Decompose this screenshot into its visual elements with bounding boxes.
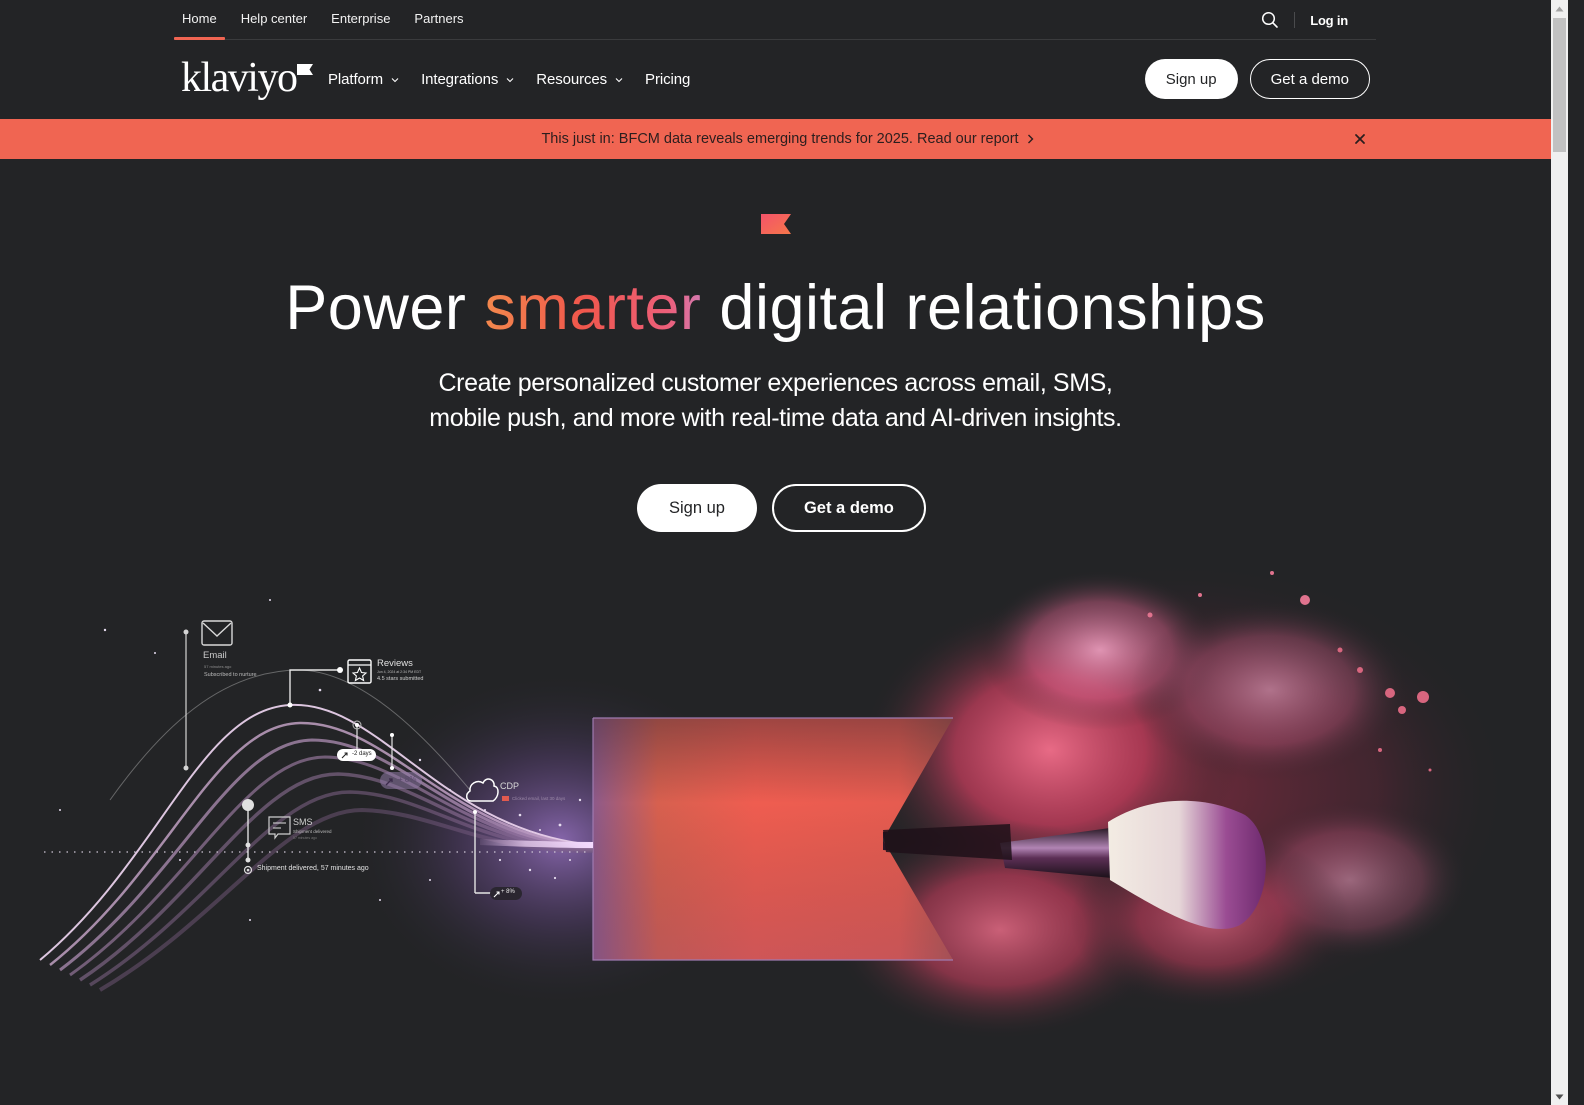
reviews-node bbox=[287, 659, 372, 708]
utility-actions: Log in bbox=[1261, 0, 1348, 40]
klaviyo-logo[interactable]: klaviyo bbox=[181, 55, 314, 101]
sms-detail: Shipment delivered bbox=[293, 829, 332, 834]
hero-subheadline: Create personalized customer experiences… bbox=[429, 369, 1122, 432]
page: Home Help center Enterprise Partners Log… bbox=[0, 0, 1567, 1105]
nav-item-label: Integrations bbox=[421, 71, 499, 88]
utility-nav: Home Help center Enterprise Partners bbox=[174, 0, 480, 40]
headline-part-1: Power bbox=[285, 273, 467, 343]
announcement-banner: This just in: BFCM data reveals emerging… bbox=[0, 119, 1567, 159]
nav-item-resources[interactable]: Resources bbox=[536, 71, 623, 88]
headline-accent: smarter bbox=[484, 273, 702, 343]
cdp-title: CDP bbox=[500, 781, 520, 791]
reviews-time: Jun 4, 2024 at 2:34 PM EDT bbox=[377, 670, 422, 674]
chevron-down-icon bbox=[615, 77, 623, 82]
banner-report-link[interactable]: This just in: BFCM data reveals emerging… bbox=[541, 131, 1034, 147]
search-icon[interactable] bbox=[1261, 11, 1279, 29]
utility-divider bbox=[1294, 12, 1296, 28]
scroll-down-arrow-icon[interactable] bbox=[1551, 1088, 1568, 1105]
utility-nav-enterprise[interactable]: Enterprise bbox=[323, 0, 398, 40]
nav-item-integrations[interactable]: Integrations bbox=[421, 71, 514, 88]
banner-text: This just in: BFCM data reveals emerging… bbox=[541, 131, 1019, 147]
hero-headline: Power smarter digital relationships bbox=[0, 272, 1551, 344]
headline-part-2: digital relationships bbox=[719, 273, 1266, 343]
chevron-down-icon bbox=[391, 77, 399, 82]
hero-signup-button[interactable]: Sign up bbox=[637, 484, 757, 532]
nav-signup-button[interactable]: Sign up bbox=[1144, 59, 1238, 99]
email-node bbox=[183, 620, 233, 771]
email-title: Email bbox=[203, 650, 227, 661]
login-link[interactable]: Log in bbox=[1310, 13, 1348, 28]
utility-nav-home[interactable]: Home bbox=[174, 0, 225, 40]
chevron-right-icon bbox=[1027, 134, 1034, 144]
nav-actions: Sign up Get a demo bbox=[1144, 59, 1370, 99]
utility-nav-help-center[interactable]: Help center bbox=[233, 0, 315, 40]
hero-illustration: Email 57 minutes ago Subscribed to nurtu… bbox=[0, 560, 1567, 1105]
sms-node bbox=[242, 799, 291, 875]
percent-badge-1-label: + 8% bbox=[398, 775, 417, 784]
reviews-title: Reviews bbox=[377, 658, 413, 669]
email-detail: Subscribed to nurture bbox=[204, 672, 257, 678]
klaviyo-flag-mark-icon bbox=[761, 214, 791, 234]
nav-item-pricing[interactable]: Pricing bbox=[645, 71, 690, 88]
days-badge-label: -2 days bbox=[352, 751, 372, 757]
hero-actions: Sign up Get a demo bbox=[637, 484, 926, 532]
sms-title: SMS bbox=[293, 817, 313, 827]
scroll-up-arrow-icon[interactable] bbox=[1551, 0, 1568, 17]
shipment-event-label: Shipment delivered, 57 minutes ago bbox=[257, 865, 369, 872]
chevron-down-icon bbox=[506, 77, 514, 82]
nav-get-demo-button[interactable]: Get a demo bbox=[1249, 59, 1370, 99]
powder-explosion-image bbox=[830, 560, 1510, 1040]
scrollbar-thumb[interactable] bbox=[1553, 18, 1566, 152]
hero-get-demo-button[interactable]: Get a demo bbox=[771, 484, 926, 532]
sms-time: 57 minutes ago bbox=[293, 836, 317, 840]
cdp-detail: Clicked email, last 30 days bbox=[512, 796, 566, 801]
email-time: 57 minutes ago bbox=[204, 664, 232, 669]
nav-item-label: Resources bbox=[536, 71, 608, 88]
main-nav: klaviyo Platform Integrations Resources … bbox=[174, 40, 1376, 119]
utility-bar: Home Help center Enterprise Partners Log… bbox=[174, 0, 1376, 40]
page-scrollbar[interactable] bbox=[1551, 0, 1568, 1105]
utility-nav-partners[interactable]: Partners bbox=[406, 0, 471, 40]
nav-item-label: Platform bbox=[328, 71, 384, 88]
review-star-icon bbox=[347, 659, 372, 684]
logo-flag-icon bbox=[297, 62, 314, 80]
nav-item-label: Pricing bbox=[645, 71, 691, 88]
logo-wordmark: klaviyo bbox=[181, 55, 298, 101]
hero-illustration-graphic bbox=[39, 560, 1510, 1040]
percent-badge-2-label: + 8% bbox=[501, 889, 515, 895]
primary-nav: Platform Integrations Resources Pricing bbox=[328, 40, 712, 119]
close-icon[interactable] bbox=[1354, 133, 1366, 145]
nav-item-platform[interactable]: Platform bbox=[328, 71, 399, 88]
reviews-detail: 4.5 stars submitted bbox=[377, 676, 424, 682]
envelope-icon bbox=[201, 620, 233, 646]
